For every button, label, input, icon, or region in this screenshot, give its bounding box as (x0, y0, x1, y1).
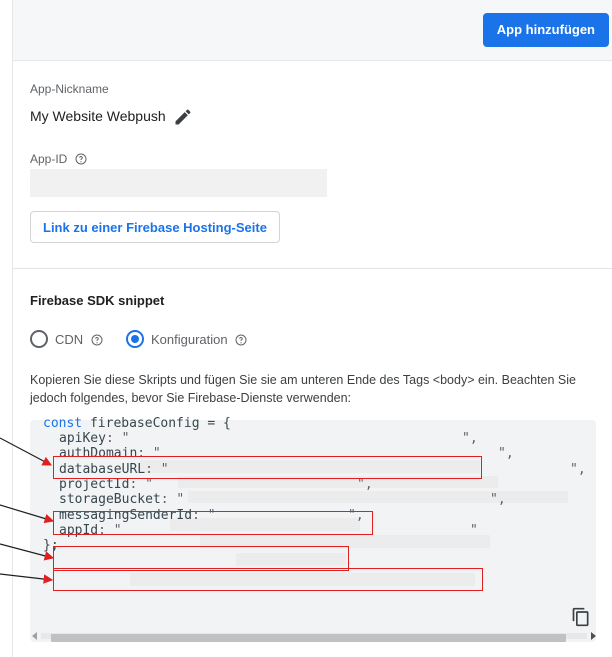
hosting-link-button[interactable]: Link zu einer Firebase Hosting-Seite (30, 211, 280, 243)
appid-label-row: App-ID (30, 152, 87, 166)
horizontal-scrollbar[interactable] (31, 631, 597, 642)
code-line-storagebucket: storageBucket: " (59, 492, 185, 507)
code-keyword: const (43, 416, 83, 431)
sdk-snippet-title: Firebase SDK snippet (30, 293, 165, 308)
code-trailing: ", (498, 446, 514, 461)
help-icon[interactable] (235, 334, 247, 346)
section-divider (13, 268, 612, 269)
card-header: App hinzufügen (13, 0, 612, 61)
code-line-1: const firebaseConfig = { (43, 416, 231, 431)
nickname-value: My Website Webpush (30, 108, 166, 124)
code-trailing: ", (462, 431, 478, 446)
pencil-icon[interactable] (173, 107, 193, 127)
redacted-value (188, 491, 568, 503)
config-radio-label: Konfiguration (151, 332, 228, 347)
code-trailing: ", (490, 492, 506, 507)
cdn-radio-label: CDN (55, 332, 84, 347)
code-trailing: " (470, 523, 478, 538)
code-line-projectid: projectId: " (59, 477, 153, 492)
scroll-thumb[interactable] (51, 634, 566, 642)
cdn-radio[interactable] (30, 330, 48, 348)
cdn-radio-label-row: CDN (55, 332, 103, 347)
code-key: apiKey (59, 431, 106, 446)
app-settings-card: App hinzufügen App-Nickname My Website W… (12, 0, 612, 657)
nickname-label: App-Nickname (30, 82, 109, 96)
add-app-button[interactable]: App hinzufügen (482, 13, 609, 47)
appid-value-redacted (30, 169, 327, 197)
scroll-right-icon[interactable] (589, 632, 597, 640)
code-key: projectId (59, 477, 130, 492)
scroll-left-icon[interactable] (31, 632, 39, 640)
config-code-block[interactable]: const firebaseConfig = { apiKey: " authD… (30, 416, 596, 642)
code-key: storageBucket (59, 492, 161, 507)
help-icon[interactable] (91, 334, 103, 346)
code-text: firebaseConfig = { (82, 416, 231, 431)
highlight-appid (53, 568, 483, 591)
highlight-projectid (53, 511, 373, 535)
highlight-apikey (53, 456, 482, 479)
help-icon[interactable] (75, 153, 87, 165)
config-radio[interactable] (126, 330, 144, 348)
code-trailing: ", (357, 477, 373, 492)
copy-icon[interactable] (571, 606, 591, 628)
config-radio-label-row: Konfiguration (151, 332, 247, 347)
code-trailing: ", (570, 462, 586, 477)
sdk-description: Kopieren Sie diese Skripts und fügen Sie… (30, 373, 576, 405)
scroll-track[interactable] (41, 633, 587, 642)
code-line-apikey: apiKey: " (59, 431, 130, 446)
appid-label: App-ID (30, 152, 68, 166)
